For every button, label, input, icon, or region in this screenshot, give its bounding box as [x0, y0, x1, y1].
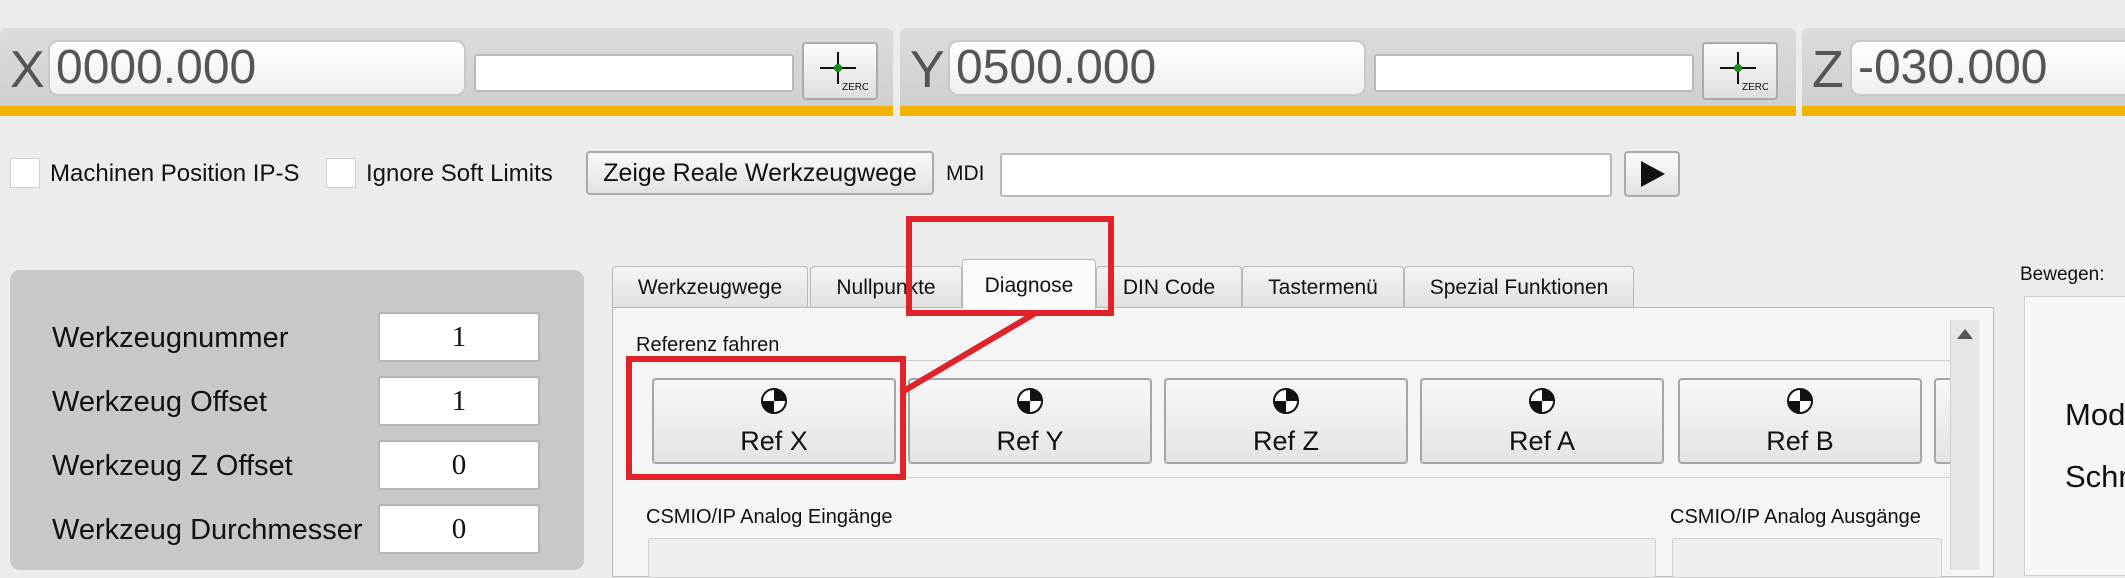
mdi-label: MDI — [946, 162, 985, 185]
play-icon — [1641, 161, 1665, 187]
ref-z-label: Ref Z — [1252, 426, 1319, 456]
tool-diameter-value[interactable]: 0 — [378, 504, 540, 554]
dro-x-value[interactable]: 0000.000 — [48, 40, 466, 96]
tool-z-offset-label: Werkzeug Z Offset — [52, 450, 293, 482]
tab-werkzeugwege[interactable]: Werkzeugwege — [612, 266, 808, 308]
zero-x-label: ZERO — [842, 82, 868, 93]
ref-a-label: Ref A — [1508, 426, 1576, 456]
analog-outputs-group — [1672, 538, 1942, 578]
jog-mode-label: Mod — [2065, 397, 2125, 432]
scroll-up-arrow-icon[interactable] — [1951, 324, 1979, 344]
show-toolpaths-button[interactable]: Zeige Reale Werkzeugwege — [586, 151, 934, 195]
home-target-icon — [1787, 388, 1813, 414]
zero-x-button[interactable]: ZERO — [802, 42, 878, 100]
ref-z-button[interactable]: Ref Z — [1164, 378, 1408, 464]
home-target-icon — [1529, 388, 1555, 414]
annotation-highlight-tab — [906, 216, 1114, 316]
analog-outputs-title: CSMIO/IP Analog Ausgänge — [1670, 506, 1921, 528]
home-target-icon — [1273, 388, 1299, 414]
analog-inputs-group — [648, 538, 1656, 578]
ref-b-button[interactable]: Ref B — [1678, 378, 1922, 464]
dro-z-value[interactable]: -030.000 — [1850, 40, 2125, 96]
tool-offset-value[interactable]: 1 — [378, 376, 540, 426]
zero-y-button[interactable]: ZERO — [1702, 42, 1778, 100]
dro-y-input[interactable] — [1374, 54, 1694, 92]
tab-spezial-funktionen[interactable]: Spezial Funktionen — [1404, 266, 1634, 308]
ref-next-button-partial[interactable] — [1934, 378, 1950, 464]
tool-number-label: Werkzeugnummer — [52, 322, 289, 354]
jog-title: Bewegen: — [2020, 264, 2105, 285]
ref-b-label: Ref B — [1766, 426, 1834, 456]
vertical-scrollbar[interactable] — [1950, 320, 1979, 570]
machine-position-label: Machinen Position IP-S — [50, 160, 300, 187]
ignore-soft-limits-label: Ignore Soft Limits — [366, 160, 553, 187]
dro-x-letter: X — [10, 41, 45, 99]
dro-y-value[interactable]: 0500.000 — [948, 40, 1366, 96]
machine-position-checkbox[interactable] — [10, 158, 40, 188]
mdi-run-button[interactable] — [1624, 151, 1680, 197]
tool-z-offset-value[interactable]: 0 — [378, 440, 540, 490]
dro-x-panel: X 0000.000 ZERO — [0, 28, 893, 116]
tool-diameter-label: Werkzeug Durchmesser — [52, 514, 363, 546]
crosshair-icon: ZERO — [1720, 52, 1768, 93]
tab-tastermenue[interactable]: Tastermenü — [1242, 266, 1404, 308]
ref-a-button[interactable]: Ref A — [1420, 378, 1664, 464]
jog-panel: Mod Schr — [2024, 296, 2125, 576]
dro-z-panel: Z -030.000 — [1802, 28, 2125, 116]
tool-offset-label: Werkzeug Offset — [52, 386, 267, 418]
dro-z-letter: Z — [1812, 41, 1844, 99]
dro-x-input[interactable] — [474, 54, 794, 92]
tool-number-value[interactable]: 1 — [378, 312, 540, 362]
crosshair-icon: ZERO — [820, 52, 868, 93]
zero-y-label: ZERO — [1742, 82, 1768, 93]
annotation-highlight-ref-x — [626, 356, 906, 480]
analog-inputs-title: CSMIO/IP Analog Eingänge — [646, 506, 893, 528]
referenz-title: Referenz fahren — [636, 334, 780, 356]
jog-step-label: Schr — [2065, 459, 2125, 494]
mdi-input[interactable] — [1000, 153, 1612, 197]
dro-y-letter: Y — [910, 41, 945, 99]
dro-y-panel: Y 0500.000 ZERO — [900, 28, 1796, 116]
ref-y-button[interactable]: Ref Y — [908, 378, 1152, 464]
ignore-soft-limits-checkbox[interactable] — [326, 158, 356, 188]
home-target-icon — [1017, 388, 1043, 414]
tool-info-panel: Werkzeugnummer 1 Werkzeug Offset 1 Werkz… — [10, 270, 584, 570]
tab-din-code[interactable]: DIN Code — [1096, 266, 1242, 308]
ref-y-label: Ref Y — [996, 426, 1064, 456]
